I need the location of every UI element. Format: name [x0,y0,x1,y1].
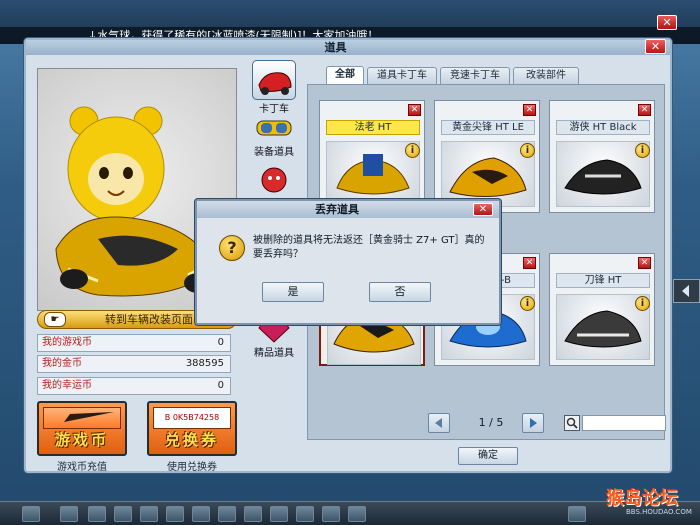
category-kart[interactable]: 卡丁车 [248,60,300,115]
info-icon[interactable]: i [520,296,535,311]
barcode-icon: B 0K5B74258 [153,407,231,429]
item-card[interactable]: ✕ 法老 HT i [319,100,425,213]
discard-item-dialog: 丢弃道具 ✕ ? 被删除的道具将无法返还［黄金骑士 Z7+ GT］真的要丢弃吗？… [195,199,501,325]
item-name: 黄金尖锋 HT LE [441,120,535,135]
discard-item-button[interactable]: ✕ [638,104,651,116]
search-input[interactable] [582,415,666,431]
game-coin-caption: 游戏币充值 [57,462,107,473]
coupon-code: B 0K5B74258 [164,413,220,422]
taskbar-icon[interactable] [322,506,340,522]
taskbar-icon[interactable] [114,506,132,522]
pointing-hand-icon: ☛ [44,312,66,327]
goto-tuning-label: 转到车辆改装页面 [105,313,193,326]
coupon-button-text: 兑换券 [164,431,219,449]
item-name: 法老 HT [326,120,420,135]
item-card[interactable]: ✕ 黄金尖锋 HT LE i [434,100,540,213]
stat-value: 0 [217,380,224,391]
coupon-caption: 使用兑换券 [167,462,217,473]
item-name: 刀锋 HT [556,273,650,288]
stat-label: 我的游戏币 [42,337,92,348]
window-title: 道具 [26,40,670,55]
goggles-icon [252,113,296,143]
tab-parts[interactable]: 改装部件 [513,67,579,84]
chevron-left-icon [682,285,689,297]
taskbar-icon[interactable] [166,506,184,522]
discard-item-button[interactable]: ✕ [638,257,651,269]
stat-label: 我的金币 [42,358,82,369]
taskbar-icon[interactable] [244,506,262,522]
item-card[interactable]: ✕ 刀锋 HT i [549,253,655,366]
confirm-button[interactable]: 确定 [458,447,518,465]
taskbar-icon[interactable] [192,506,210,522]
page-indicator: 1 / 5 [478,416,504,429]
coupon-button[interactable]: B 0K5B74258 兑换券 [147,401,237,456]
prev-page-button[interactable] [428,413,450,433]
search-icon[interactable] [564,415,580,431]
item-card[interactable]: ✕ 游侠 HT Black i [549,100,655,213]
game-coin-button-text: 游戏币 [54,431,109,449]
stat-value: 388595 [185,358,224,369]
game-coin-recharge-button[interactable]: 游戏币 [37,401,127,456]
stat-game-coin: 我的游戏币 0 [37,334,231,352]
taskbar-icon[interactable] [270,506,288,522]
taskbar-icon[interactable] [568,506,586,522]
side-panel-toggle[interactable] [673,279,700,303]
stat-value: 0 [217,337,224,348]
tab-item-kart[interactable]: 道具卡丁车 [367,67,437,84]
watermark-brand: 猴岛论坛 [606,488,678,509]
next-page-button[interactable] [522,413,544,433]
taskbar-icon[interactable] [60,506,78,522]
dialog-title: 丢弃道具 [197,201,499,218]
kart-icon [252,60,296,100]
taskbar-icon[interactable] [22,506,40,522]
tab-all[interactable]: 全部 [326,66,364,84]
discard-item-button[interactable]: ✕ [523,104,536,116]
category-gear-label: 装备道具 [254,147,294,158]
info-icon[interactable]: i [405,143,420,158]
taskbar-icon[interactable] [88,506,106,522]
stat-gold-coin: 我的金币 388595 [37,355,231,373]
stat-lucky-coin: 我的幸运币 0 [37,377,231,395]
character-icon [252,165,296,195]
discard-item-button[interactable]: ✕ [408,104,421,116]
top-close-button[interactable]: ✕ [657,15,677,30]
arrow-left-icon [435,418,442,428]
dialog-message: 被删除的道具将无法返还［黄金骑士 Z7+ GT］真的要丢弃吗？ [253,235,485,260]
taskbar-icon[interactable] [348,506,366,522]
category-gear[interactable]: 装备道具 [248,113,300,158]
taskbar-icon[interactable] [140,506,158,522]
stat-label: 我的幸运币 [42,380,92,391]
window-close-button[interactable]: ✕ [645,39,666,54]
info-icon[interactable]: i [635,143,650,158]
question-icon: ? [219,235,245,261]
watermark-url: BBS.HOUDAO.COM [626,508,692,516]
discard-item-button[interactable]: ✕ [523,257,536,269]
info-icon[interactable]: i [520,143,535,158]
category-premium-label: 精品道具 [254,348,294,359]
tab-racing-kart[interactable]: 竞速卡丁车 [440,67,510,84]
yes-button[interactable]: 是 [262,282,324,302]
coin-arrow-icon [43,407,121,429]
game-taskbar [0,501,700,525]
info-icon[interactable]: i [635,296,650,311]
taskbar-icon[interactable] [296,506,314,522]
taskbar-icon[interactable] [218,506,236,522]
item-name: 游侠 HT Black [556,120,650,135]
no-button[interactable]: 否 [369,282,431,302]
dialog-close-button[interactable]: ✕ [473,203,493,216]
arrow-right-icon [530,418,537,428]
